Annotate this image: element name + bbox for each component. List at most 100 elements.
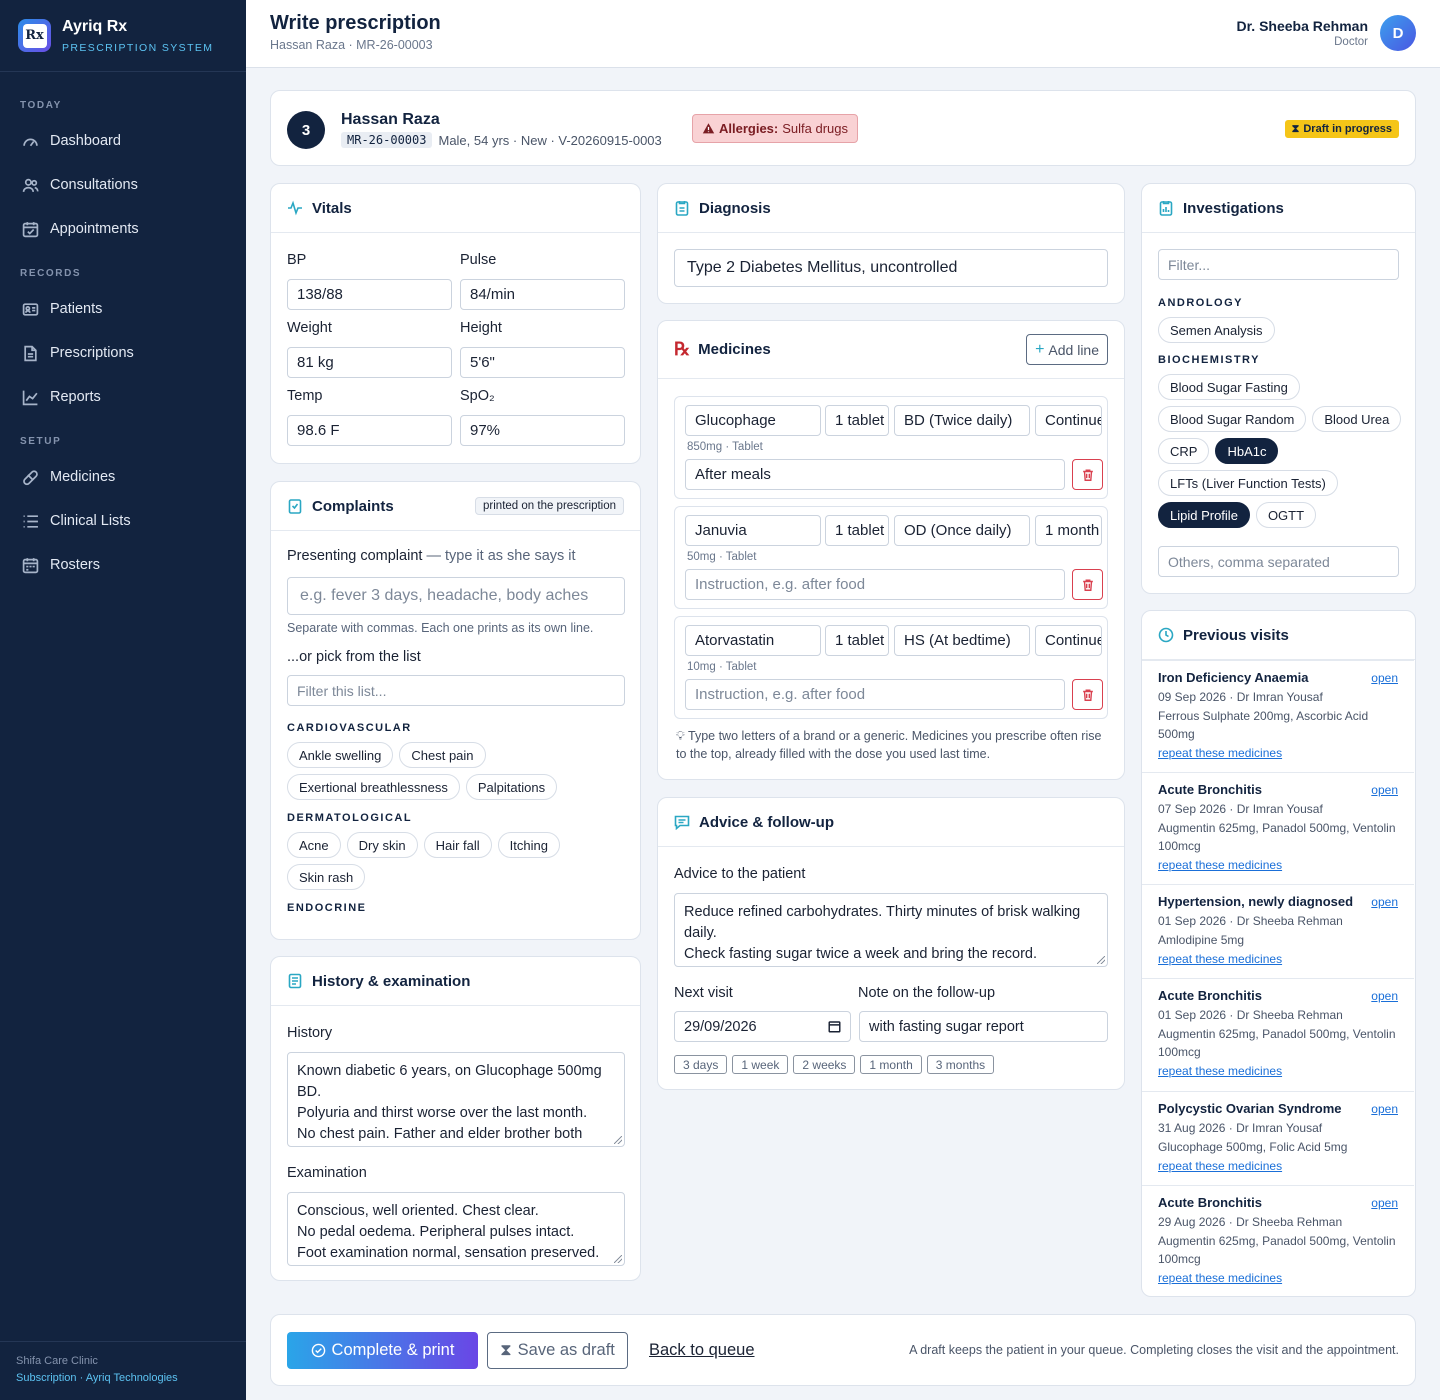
dose-input[interactable]: 1 tablet (825, 625, 889, 656)
brand[interactable]: Rx Ayriq Rx PRESCRIPTION SYSTEM (0, 0, 246, 72)
medicine-name-input[interactable]: Glucophage (685, 405, 821, 436)
vital-input[interactable]: 81 kg (287, 347, 452, 378)
advice-textarea[interactable]: Reduce refined carbohydrates. Thirty min… (674, 893, 1108, 967)
investigation-chip[interactable]: Blood Sugar Fasting (1158, 374, 1300, 400)
open-visit-link[interactable]: open (1371, 1102, 1398, 1116)
open-visit-link[interactable]: open (1371, 1196, 1398, 1210)
sidebar-item-reports[interactable]: Reports (0, 375, 246, 419)
instruction-input[interactable]: Instruction, e.g. after food (685, 569, 1065, 600)
subscription-link[interactable]: Subscription (16, 1372, 77, 1384)
repeat-medicines-link[interactable]: repeat these medicines (1158, 858, 1398, 872)
frequency-select[interactable]: BD (Twice daily) (894, 405, 1030, 436)
repeat-medicines-link[interactable]: repeat these medicines (1158, 952, 1398, 966)
open-visit-link[interactable]: open (1371, 671, 1398, 685)
duration-input[interactable]: Continue (1035, 405, 1102, 436)
frequency-select[interactable]: OD (Once daily) (894, 515, 1030, 546)
save-draft-button[interactable]: ⧗ Save as draft (487, 1332, 628, 1369)
complaint-chip[interactable]: Exertional breathlessness (287, 774, 460, 800)
instruction-input[interactable]: Instruction, e.g. after food (685, 679, 1065, 710)
vital-label: SpO₂ (460, 388, 495, 404)
sidebar-item-patients[interactable]: Patients (0, 287, 246, 331)
repeat-medicines-link[interactable]: repeat these medicines (1158, 1159, 1398, 1173)
calendar-icon[interactable] (828, 1020, 841, 1033)
complaint-chip[interactable]: Palpitations (465, 774, 558, 800)
vital-input[interactable]: 138/88 (287, 279, 452, 310)
medicine-name-input[interactable]: Januvia (685, 515, 821, 546)
vital-input[interactable]: 97% (460, 415, 625, 446)
dose-input[interactable]: 1 tablet (825, 405, 889, 436)
diagnosis-input[interactable]: Type 2 Diabetes Mellitus, uncontrolled (674, 249, 1108, 287)
investigation-chip[interactable]: CRP (1158, 438, 1210, 464)
user-info[interactable]: Dr. Sheeba Rehman Doctor (1237, 18, 1369, 48)
sidebar-item-rosters[interactable]: Rosters (0, 543, 246, 587)
frequency-select[interactable]: HS (At bedtime) (894, 625, 1030, 656)
delete-line-button[interactable] (1072, 459, 1103, 490)
followup-note-input[interactable]: with fasting sugar report (859, 1011, 1108, 1042)
investigation-chip[interactable]: LFTs (Liver Function Tests) (1158, 470, 1338, 496)
sidebar-item-clinical-lists[interactable]: Clinical Lists (0, 499, 246, 543)
complaint-filter-input[interactable]: Filter this list... (287, 675, 625, 706)
repeat-medicines-link[interactable]: repeat these medicines (1158, 1064, 1398, 1078)
quick-followup-button[interactable]: 1 week (732, 1055, 789, 1074)
investigation-chip[interactable]: Semen Analysis (1158, 317, 1275, 343)
list-icon (23, 514, 38, 528)
visit-diagnosis: Iron Deficiency Anaemia (1158, 670, 1309, 685)
sidebar-item-prescriptions[interactable]: Prescriptions (0, 331, 246, 375)
medicine-line: Atorvastatin 1 tablet HS (At bedtime) Conti… (674, 616, 1108, 719)
sidebar: Rx Ayriq Rx PRESCRIPTION SYSTEM TODAY Da… (0, 0, 246, 1400)
complaint-chip[interactable]: Skin rash (287, 864, 366, 890)
vital-input[interactable]: 98.6 F (287, 415, 452, 446)
complaint-chip[interactable]: Dry skin (346, 832, 418, 858)
complaint-chip[interactable]: Ankle swelling (287, 742, 394, 768)
repeat-medicines-link[interactable]: repeat these medicines (1158, 1271, 1398, 1285)
avatar[interactable]: D (1380, 15, 1416, 51)
quick-followup-button[interactable]: 3 days (674, 1055, 728, 1074)
add-line-button[interactable]: + Add line (1026, 334, 1108, 365)
presenting-complaint-input[interactable]: e.g. fever 3 days, headache, body aches (287, 577, 625, 615)
quick-followup-button[interactable]: 3 months (926, 1055, 995, 1074)
company-link[interactable]: Ayriq Technologies (86, 1372, 178, 1384)
file-icon (24, 345, 37, 361)
dose-input[interactable]: 1 tablet (825, 515, 889, 546)
duration-input[interactable]: Continue (1035, 625, 1102, 656)
next-visit-date-input[interactable]: 29/09/2026 (674, 1011, 851, 1042)
delete-line-button[interactable] (1072, 569, 1103, 600)
history-card: History & examination History Known diab… (270, 956, 641, 1281)
investigation-chip[interactable]: Blood Sugar Random (1158, 406, 1307, 432)
history-textarea[interactable]: Known diabetic 6 years, on Glucophage 50… (287, 1052, 625, 1147)
investigation-chip[interactable]: Lipid Profile (1158, 502, 1250, 528)
open-visit-link[interactable]: open (1371, 989, 1398, 1003)
quick-followup-button[interactable]: 1 month (860, 1055, 922, 1074)
vital-input[interactable]: 84/min (460, 279, 625, 310)
sidebar-item-dashboard[interactable]: Dashboard (0, 119, 246, 163)
open-visit-link[interactable]: open (1371, 783, 1398, 797)
vital-label: Height (460, 320, 502, 336)
complaint-chip[interactable]: Hair fall (423, 832, 492, 858)
message-icon (674, 815, 690, 830)
back-to-queue-link[interactable]: Back to queue (649, 1341, 755, 1360)
quick-followup-button[interactable]: 2 weeks (793, 1055, 856, 1074)
complete-print-button[interactable]: Complete & print (287, 1332, 478, 1369)
sidebar-item-medicines[interactable]: Medicines (0, 455, 246, 499)
examination-textarea[interactable]: Conscious, well oriented. Chest clear. N… (287, 1192, 625, 1266)
investigation-chip[interactable]: Blood Urea (1312, 406, 1402, 432)
investigation-chip[interactable]: OGTT (1255, 502, 1317, 528)
sidebar-item-consultations[interactable]: Consultations (0, 163, 246, 207)
instruction-input[interactable]: After meals (685, 459, 1065, 490)
medicine-name-input[interactable]: Atorvastatin (685, 625, 821, 656)
complaint-chip[interactable]: Chest pain (399, 742, 486, 768)
history-header: History & examination (271, 957, 640, 1006)
investigation-filter-input[interactable]: Filter... (1158, 249, 1399, 280)
repeat-medicines-link[interactable]: repeat these medicines (1158, 746, 1398, 760)
duration-input[interactable]: 1 month (1035, 515, 1102, 546)
delete-line-button[interactable] (1072, 679, 1103, 710)
vital-input[interactable]: 5'6" (460, 347, 625, 378)
open-visit-link[interactable]: open (1371, 895, 1398, 909)
investigation-chip[interactable]: HbA1c (1215, 438, 1279, 464)
complaint-chip[interactable]: Acne (287, 832, 341, 858)
complaint-chip[interactable]: Itching (497, 832, 560, 858)
sidebar-item-appointments[interactable]: Appointments (0, 207, 246, 251)
advice-card: Advice & follow-up Advice to the patient… (657, 797, 1125, 1090)
medicine-line: Januvia 1 tablet OD (Once daily) 1 month 50m… (674, 506, 1108, 609)
other-investigations-input[interactable]: Others, comma separated (1158, 546, 1399, 577)
